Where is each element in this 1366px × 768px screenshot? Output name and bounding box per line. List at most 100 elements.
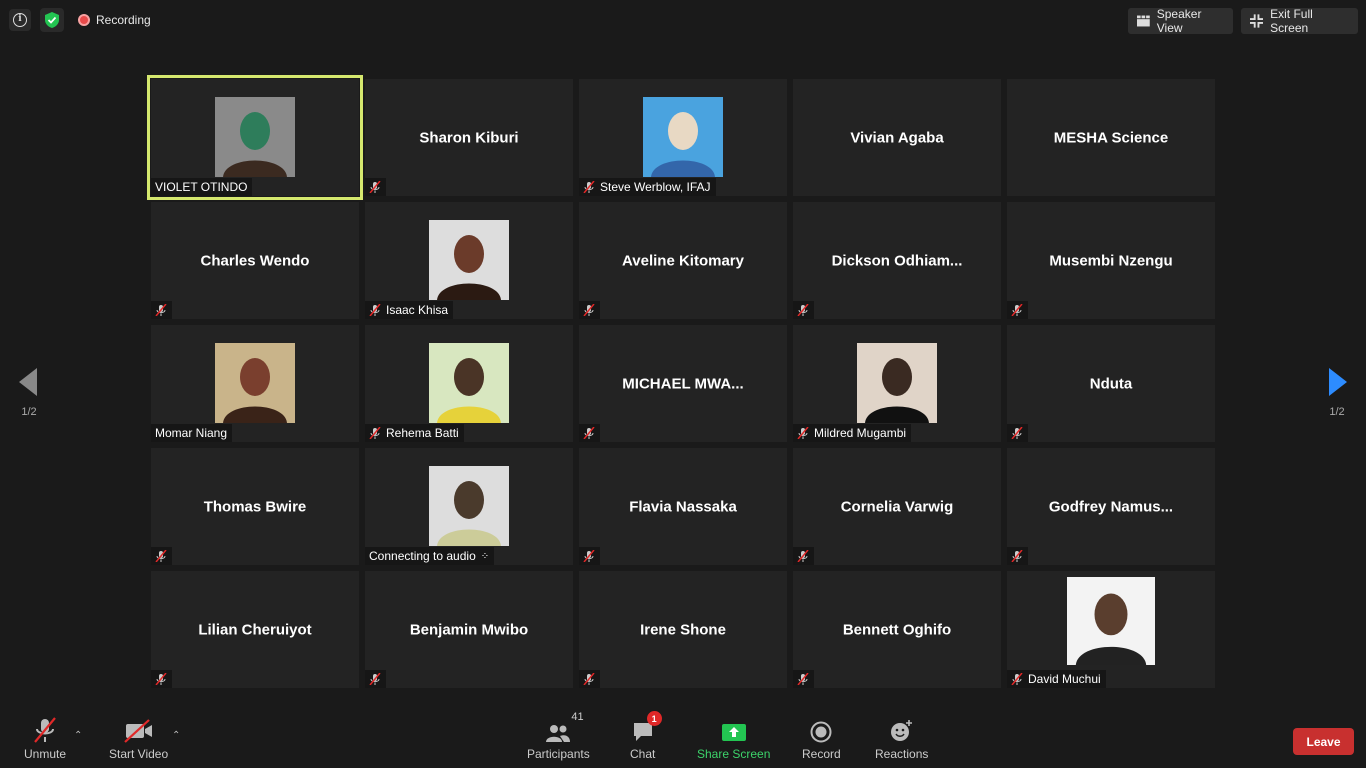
participant-name: Musembi Nzengu	[1049, 252, 1173, 269]
participant-video	[1067, 577, 1155, 665]
mute-status	[151, 301, 172, 319]
share-screen-label: Share Screen	[697, 747, 771, 761]
participant-name: Steve Werblow, IFAJ	[600, 180, 711, 194]
start-video-label: Start Video	[109, 747, 169, 761]
participant-tile[interactable]: Aveline Kitomary	[579, 202, 787, 319]
microphone-muted-icon	[155, 550, 167, 562]
speaker-view-label: Speaker View	[1156, 7, 1202, 35]
participant-tile[interactable]: Dickson Odhiam...	[793, 202, 1001, 319]
participant-tile[interactable]: Musembi Nzengu	[1007, 202, 1215, 319]
record-label: Record	[802, 747, 841, 761]
record-button[interactable]: Record	[802, 717, 841, 761]
chat-button[interactable]: 1 Chat	[630, 711, 662, 761]
participant-name: Aveline Kitomary	[622, 252, 744, 269]
participant-tile[interactable]: Mildred Mugambi	[793, 325, 1001, 442]
participant-tile[interactable]: David Muchui	[1007, 571, 1215, 688]
participant-tile[interactable]: Momar Niang	[151, 325, 359, 442]
participant-tile[interactable]: Sharon Kiburi	[365, 79, 573, 196]
microphone-muted-icon	[34, 717, 56, 743]
leave-meeting-button[interactable]: Leave	[1293, 728, 1354, 755]
participant-name-label: VIOLET OTINDO	[151, 178, 253, 196]
previous-page-button[interactable]: 1/2	[14, 368, 44, 428]
microphone-muted-icon	[797, 304, 809, 316]
shield-check-icon	[45, 12, 59, 28]
participant-tile[interactable]: Flavia Nassaka	[579, 448, 787, 565]
recording-indicator[interactable]: Recording	[78, 13, 151, 27]
next-page-button[interactable]: 1/2	[1322, 368, 1352, 428]
participants-button[interactable]: 41 Participants	[527, 711, 590, 761]
microphone-muted-icon	[369, 673, 381, 685]
microphone-muted-icon	[583, 181, 595, 193]
emoji-add-icon	[890, 720, 912, 741]
participants-icon	[546, 725, 571, 742]
mute-status	[365, 670, 386, 688]
speaker-view-button[interactable]: Speaker View	[1128, 7, 1233, 35]
participant-video	[215, 97, 295, 177]
reactions-button[interactable]: Reactions	[875, 717, 928, 761]
person-avatar-icon	[857, 343, 937, 423]
participant-name: Momar Niang	[155, 426, 228, 440]
participant-name: Vivian Agaba	[850, 129, 944, 146]
microphone-muted-icon	[1011, 673, 1023, 685]
unmute-button[interactable]: Unmute	[24, 717, 66, 761]
chat-unread-badge: 1	[646, 711, 662, 726]
exit-fullscreen-icon	[1250, 14, 1264, 28]
participant-tile[interactable]: Charles Wendo	[151, 202, 359, 319]
participant-name: Cornelia Varwig	[840, 498, 954, 515]
participant-name: Isaac Khisa	[386, 303, 449, 317]
audio-options-caret-icon[interactable]: ⌃	[74, 730, 82, 741]
participant-tile[interactable]: VIOLET OTINDO	[147, 75, 363, 200]
microphone-muted-icon	[797, 673, 809, 685]
microphone-muted-icon	[583, 673, 595, 685]
participant-tile[interactable]: Steve Werblow, IFAJ	[579, 79, 787, 196]
participant-tile[interactable]: Lilian Cheruiyot	[151, 571, 359, 688]
meeting-toolbar: Unmute ⌃ Start Video ⌃ 41 Participants 1…	[0, 710, 1366, 768]
participant-name: Connecting to audio	[369, 549, 476, 563]
exit-full-screen-button[interactable]: Exit Full Screen	[1241, 7, 1358, 35]
mute-status	[1007, 301, 1028, 319]
participant-tile[interactable]: Isaac Khisa	[365, 202, 573, 319]
participant-tile[interactable]: Irene Shone	[579, 571, 787, 688]
participants-count: 41	[571, 711, 584, 723]
participant-name: Benjamin Mwibo	[409, 621, 529, 638]
participant-name: Irene Shone	[640, 621, 726, 638]
video-camera-off-icon	[123, 719, 152, 743]
participant-tile[interactable]: Thomas Bwire	[151, 448, 359, 565]
video-options-caret-icon[interactable]: ⌃	[172, 730, 180, 741]
participant-tile[interactable]: MICHAEL MWA...	[579, 325, 787, 442]
participant-tile[interactable]: MESHA Science	[1007, 79, 1215, 196]
mute-status	[365, 178, 386, 196]
participant-tile[interactable]: Benjamin Mwibo	[365, 571, 573, 688]
microphone-muted-icon	[369, 304, 381, 316]
participant-video	[857, 343, 937, 423]
person-avatar-icon	[215, 97, 295, 177]
meeting-info-button[interactable]: i	[9, 9, 31, 31]
loading-dots-icon: ⁘	[480, 550, 490, 562]
security-status-button[interactable]	[40, 8, 64, 32]
participant-tile[interactable]: Connecting to audio ⁘	[365, 448, 573, 565]
microphone-muted-icon	[1011, 550, 1023, 562]
participant-video	[215, 343, 295, 423]
participant-name: MESHA Science	[1053, 129, 1169, 146]
record-icon	[810, 721, 832, 743]
share-screen-button[interactable]: Share Screen	[697, 717, 770, 761]
start-video-button[interactable]: Start Video	[109, 717, 168, 761]
participant-tile[interactable]: Rehema Batti	[365, 325, 573, 442]
participant-tile[interactable]: Godfrey Namus...	[1007, 448, 1215, 565]
share-screen-icon	[721, 724, 746, 741]
mute-status	[151, 670, 172, 688]
gallery-grid: VIOLET OTINDO Sharon Kiburi Steve Werblow,…	[147, 75, 1215, 688]
participant-tile[interactable]: Vivian Agaba	[793, 79, 1001, 196]
participant-tile[interactable]: Bennett Oghifo	[793, 571, 1001, 688]
person-avatar-icon	[215, 343, 295, 423]
page-indicator-right: 1/2	[1329, 406, 1345, 418]
person-avatar-icon	[643, 97, 723, 177]
person-avatar-icon	[429, 343, 509, 423]
mute-status	[579, 547, 600, 565]
participant-tile[interactable]: Nduta	[1007, 325, 1215, 442]
participant-name-label: Isaac Khisa	[365, 301, 454, 319]
mute-status	[579, 301, 600, 319]
mute-status	[579, 424, 600, 442]
participant-name: Bennett Oghifo	[842, 621, 952, 638]
participant-tile[interactable]: Cornelia Varwig	[793, 448, 1001, 565]
